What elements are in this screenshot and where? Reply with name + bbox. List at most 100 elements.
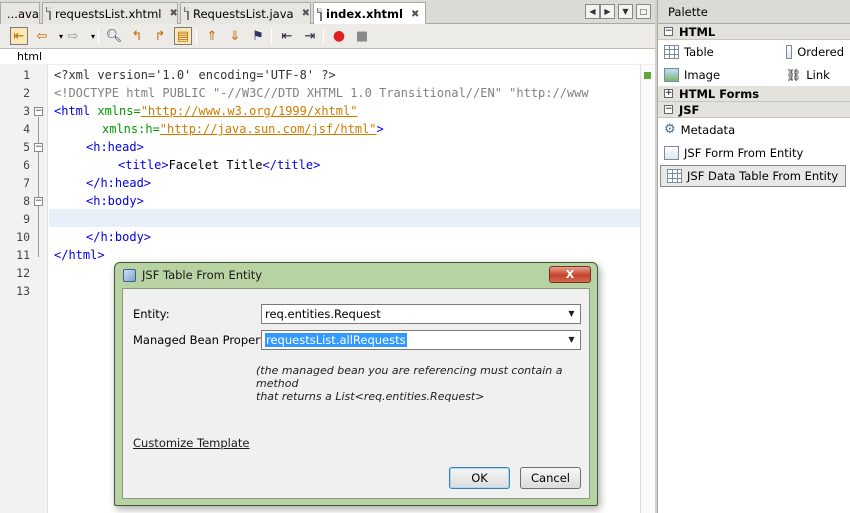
breadcrumb[interactable]: html	[0, 49, 655, 65]
line-number: 6	[23, 158, 30, 172]
stop-macro-recording-icon[interactable]: ■	[353, 27, 371, 45]
line-number: 3	[23, 104, 30, 118]
line-number: 9	[23, 212, 30, 226]
palette-category-html-forms[interactable]: + HTML Forms	[658, 86, 850, 102]
no-errors-indicator-icon	[644, 72, 651, 79]
table-icon	[664, 44, 679, 59]
dialog-title-bar[interactable]: JSF Table From Entity	[115, 263, 597, 287]
scroll-tabs-right-icon[interactable]: ▶	[600, 4, 615, 19]
show-opened-documents-icon[interactable]: ▼	[618, 4, 633, 19]
cancel-button[interactable]: Cancel	[520, 467, 581, 489]
collapse-icon: −	[664, 104, 673, 114]
palette-category-jsf[interactable]: − JSF	[658, 102, 850, 118]
code-line-8: <h:body>	[86, 194, 144, 208]
managed-bean-property-value[interactable]: requestsList.allRequests	[265, 333, 407, 347]
tab-requestslist-java[interactable]: RequestsList.java ✖	[180, 2, 311, 24]
line-number: 13	[16, 284, 30, 298]
tab-label: ...ava	[7, 6, 39, 21]
code-line-7: </h:head>	[86, 176, 152, 190]
toggle-bookmark-icon[interactable]: ⚑	[249, 27, 267, 45]
code-line-11: </html>	[54, 248, 105, 262]
managed-bean-property-combo[interactable]: requestsList.allRequests ▼	[261, 330, 581, 350]
line-number: 2	[23, 86, 30, 100]
next-bookmark-icon[interactable]: ⇓	[226, 27, 244, 45]
fold-toggle-icon[interactable]: −	[34, 143, 43, 152]
palette-category-html[interactable]: − HTML	[658, 24, 850, 40]
editor-toolbar: ⇤ ⇦ ▾ ⇨ ▾ 🔍︎ ↰ ↱ ▤ ⇑ ⇓ ⚑ ⇤ ⇥ ● ■	[0, 24, 655, 49]
image-icon	[664, 67, 679, 82]
data-table-icon	[667, 168, 682, 183]
form-icon	[664, 145, 679, 160]
current-line-highlight	[49, 209, 640, 227]
chevron-down-icon[interactable]: ▼	[563, 331, 580, 349]
fold-toggle-icon[interactable]: −	[34, 197, 43, 206]
managed-bean-hint: (the managed bean you are referencing mu…	[256, 364, 563, 403]
close-tab-icon[interactable]: ✖	[169, 8, 177, 19]
scroll-tabs-left-icon[interactable]: ◀	[585, 4, 600, 19]
collapse-icon: −	[664, 26, 673, 36]
entity-combo[interactable]: req.entities.Request ▼	[261, 304, 581, 324]
find-next-icon[interactable]: ↱	[151, 27, 169, 45]
find-icon[interactable]: 🔍︎	[105, 27, 123, 45]
back-icon[interactable]: ⇦	[33, 27, 51, 45]
palette-title: Palette	[658, 0, 850, 24]
dialog-body: Entity: req.entities.Request ▼ Managed B…	[122, 288, 590, 499]
code-line-3: <html xmlns="http://www.w3.org/1999/xhtm…	[54, 104, 358, 118]
ok-button[interactable]: OK	[449, 467, 510, 489]
close-tab-icon[interactable]: ✖	[411, 9, 419, 20]
editor-tab-bar: ...ava requestsList.xhtml ✖ RequestsList…	[0, 0, 655, 25]
line-number: 4	[23, 122, 30, 136]
close-tab-icon[interactable]: ✖	[302, 8, 310, 19]
error-stripe	[640, 65, 655, 513]
previous-bookmark-icon[interactable]: ⇑	[203, 27, 221, 45]
tab-label: requestsList.xhtml	[55, 6, 162, 21]
code-line-1: <?xml version='1.0' encoding='UTF-8' ?>	[54, 68, 336, 82]
line-number: 11	[16, 248, 30, 262]
tab-java-truncated[interactable]: ...ava	[0, 2, 40, 24]
tab-index-xhtml[interactable]: index.xhtml ✖	[313, 2, 426, 25]
palette-item-jsf-data-table-from-entity[interactable]: JSF Data Table From Entity	[660, 164, 846, 187]
code-line-4: xmlns:h="http://java.sun.com/jsf/html">	[102, 122, 384, 136]
maximize-window-icon[interactable]: □	[636, 4, 651, 19]
palette-item-jsf-form-from-entity[interactable]: JSF Form From Entity	[658, 142, 844, 164]
fold-toggle-icon[interactable]: −	[34, 107, 43, 116]
file-icon	[317, 7, 322, 21]
palette-item-ordered[interactable]: Ordered	[780, 41, 844, 63]
palette-item-metadata[interactable]: ⚙ Metadata	[658, 119, 844, 141]
start-macro-recording-icon[interactable]: ●	[330, 27, 348, 45]
code-line-6: <title>Facelet Title</title>	[118, 158, 321, 172]
palette-item-image[interactable]: Image	[658, 64, 780, 86]
palette-item-link[interactable]: ⛓ Link	[780, 64, 844, 86]
line-number: 8	[23, 194, 30, 208]
find-previous-icon[interactable]: ↰	[128, 27, 146, 45]
line-number: 12	[16, 266, 30, 280]
tab-requestslist-xhtml[interactable]: requestsList.xhtml ✖	[42, 2, 178, 24]
metadata-icon: ⚙	[664, 122, 676, 137]
bean-icon	[123, 268, 136, 282]
code-line-10: </h:body>	[86, 230, 152, 244]
managed-bean-property-label: Managed Bean Property:	[133, 333, 275, 347]
chevron-down-icon[interactable]: ▼	[563, 305, 580, 323]
code-line-2: <!DOCTYPE html PUBLIC "-//W3C//DTD XHTML…	[54, 86, 589, 100]
dialog-title: JSF Table From Entity	[142, 268, 263, 282]
customize-template-link[interactable]: Customize Template	[133, 436, 250, 450]
toggle-highlight-icon[interactable]: ▤	[174, 27, 192, 45]
shift-left-icon[interactable]: ⇤	[278, 27, 296, 45]
tab-label: RequestsList.java	[193, 6, 294, 21]
line-number: 1	[23, 68, 30, 82]
shift-right-icon[interactable]: ⇥	[301, 27, 319, 45]
source-view-icon[interactable]: ⇤	[10, 27, 28, 45]
close-button[interactable]: X	[549, 266, 591, 283]
code-line-5: <h:head>	[86, 140, 144, 154]
palette-item-table[interactable]: Table	[658, 41, 780, 63]
entity-value: req.entities.Request	[265, 307, 381, 321]
forward-icon[interactable]: ⇨	[64, 27, 82, 45]
file-icon	[46, 7, 51, 20]
line-number: 7	[23, 176, 30, 190]
line-number: 10	[16, 230, 30, 244]
java-file-icon	[184, 7, 189, 20]
expand-icon: +	[664, 88, 673, 98]
forward-dropdown-icon[interactable]: ▾	[84, 27, 102, 45]
line-number: 5	[23, 140, 30, 154]
link-icon: ⛓	[786, 67, 802, 82]
